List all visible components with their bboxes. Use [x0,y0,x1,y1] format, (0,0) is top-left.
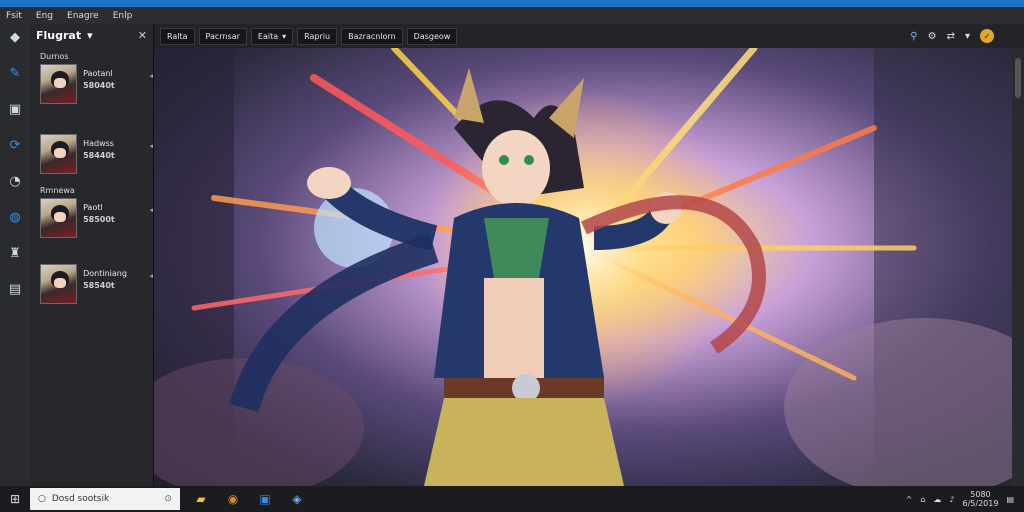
panel-group: Hadwss 58440t ◂ [30,122,153,174]
toolbar-button-label: Eaita [257,31,279,41]
character-thumbnail [40,264,78,304]
menu-item-2[interactable]: Eng [36,11,53,21]
gauge-icon[interactable]: ◔ [6,172,24,190]
character-thumbnail [40,198,78,238]
group-label [40,252,153,262]
item-count: 58540t [83,281,115,290]
browser-icon[interactable]: ◉ [224,490,242,508]
search-icon: ○ [38,494,46,504]
chevron-right-icon[interactable]: ◂ [149,206,153,214]
chevron-down-icon: ▾ [282,31,287,41]
location-icon[interactable]: ⚲ [910,31,917,42]
scrollbar-thumb[interactable] [1015,58,1021,98]
character-thumbnail [40,64,78,104]
item-count: 58040t [83,81,115,90]
panel-title: Flugrat [36,28,82,42]
item-count: 58440t [83,151,115,160]
list-item[interactable]: Paotl 58500t ◂ [40,198,153,238]
layers-panel: Flugrat ▾ ✕ Durnos Paotanl 58040t ◂ Hadw… [30,24,154,486]
globe-icon[interactable]: ◍ [6,208,24,226]
taskbar-search[interactable]: ○ Dosd sootsik ⊙ [30,488,180,510]
file-explorer-icon[interactable]: ▰ [192,490,210,508]
item-name: Dontiniang [83,269,127,278]
group-label [40,122,153,132]
clock-time: 5080 [970,490,991,499]
toolbar: Ralta Pacrnsar Eaita ▾ Rapriu Bazracnlorn… [154,24,1024,48]
panel-group: Durnos Paotanl 58040t ◂ [30,52,153,104]
menu-item-4[interactable]: Enlp [113,11,133,21]
toolbar-button-4[interactable]: Rapriu [297,27,338,45]
close-icon[interactable]: ✕ [138,29,147,42]
clock-date: 6/5/2019 [962,499,999,508]
cloud-icon[interactable]: ☁ [933,495,941,504]
chevron-down-icon[interactable]: ▾ [87,29,93,42]
wrench-icon[interactable]: ✎ [6,64,24,82]
folder-icon[interactable]: ▤ [6,280,24,298]
group-label: Durnos [40,52,69,61]
character-thumbnail [40,134,78,174]
toolbar-button-5[interactable]: Bazracnlorn [341,27,403,45]
toolbar-button-1[interactable]: Ralta [160,27,195,45]
chevron-down-icon[interactable]: ▾ [965,31,970,42]
list-item[interactable]: Paotanl 58040t ◂ [40,64,153,104]
chevron-right-icon[interactable]: ◂ [149,272,153,280]
sync-icon[interactable]: ⟳ [6,136,24,154]
toolbar-button-label: Ralta [167,31,188,41]
toolbar-right-tools: ⚲ ⚙ ⇄ ▾ ✓ [910,29,1024,43]
menu-item-3[interactable]: Enagre [67,11,99,21]
menu-item-1[interactable]: Fsit [6,11,22,21]
toolbar-button-6[interactable]: Dasgeow [406,27,458,45]
toolbar-button-label: Pacrnsar [205,31,240,41]
system-tray: ^ ⌂ ☁ ♪ 5080 6/5/2019 ▤ [906,490,1024,508]
windows-start-icon[interactable]: ⊞ [0,486,30,512]
profile-badge-icon[interactable]: ✓ [980,29,994,43]
list-item[interactable]: Dontiniang 58540t ◂ [40,264,153,304]
vertical-scrollbar[interactable] [1012,48,1024,486]
panel-header: Flugrat ▾ ✕ [30,24,153,46]
group-label: Rmnewa [40,186,75,195]
list-item[interactable]: Hadwss 58440t ◂ [40,134,153,174]
notification-icon[interactable]: ▤ [1006,495,1014,504]
menu-bar: Fsit Eng Enagre Enlp [0,7,1024,24]
panel-group: Rmnewa Paotl 58500t ◂ [30,186,153,238]
chevron-right-icon[interactable]: ◂ [149,142,153,150]
user-avatar-icon[interactable]: ◆ [6,28,24,46]
panel-group: Dontiniang 58540t ◂ [30,252,153,304]
stamp-icon[interactable]: ♜ [6,244,24,262]
item-name: Hadwss [83,139,114,148]
transfer-icon[interactable]: ⇄ [947,31,955,42]
artwork-illustration [154,48,1012,486]
item-name: Paotl [83,203,103,212]
taskbar: ⊞ ○ Dosd sootsik ⊙ ▰ ◉ ▣ ◈ ^ ⌂ ☁ ♪ 5080 … [0,486,1024,512]
toolbar-dropdown[interactable]: Eaita ▾ [250,27,294,45]
settings-icon[interactable]: ⚙ [928,31,937,42]
chevron-right-icon[interactable]: ◂ [149,72,153,80]
toolbar-button-2[interactable]: Pacrnsar [198,27,247,45]
image-canvas[interactable] [154,48,1012,486]
save-icon[interactable]: ▣ [6,100,24,118]
microphone-icon[interactable]: ⊙ [164,494,172,504]
network-icon[interactable]: ⌂ [920,495,925,504]
search-placeholder: Dosd sootsik [51,494,110,504]
item-count: 58500t [83,215,115,224]
toolbar-button-label: Rapriu [304,31,331,41]
image-app-icon[interactable]: ◈ [288,490,306,508]
toolbar-button-label: Dasgeow [413,31,451,41]
tool-rail: ◆ ✎ ▣ ⟳ ◔ ◍ ♜ ▤ [0,24,30,486]
toolbar-button-label: Bazracnlorn [348,31,396,41]
item-name: Paotanl [83,69,113,78]
volume-icon[interactable]: ♪ [949,495,954,504]
window-title-bar [0,0,1024,7]
clock[interactable]: 5080 6/5/2019 [963,490,999,508]
chevron-up-icon[interactable]: ^ [906,495,913,504]
store-icon[interactable]: ▣ [256,490,274,508]
